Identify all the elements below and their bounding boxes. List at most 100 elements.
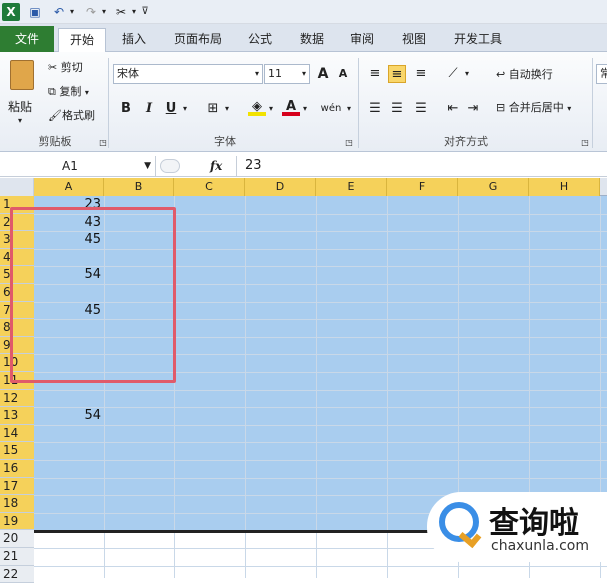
tab-view[interactable]: 视图 — [392, 28, 436, 52]
tab-file[interactable]: 文件 — [0, 26, 54, 52]
align-top-icon[interactable]: ≡ — [366, 65, 384, 83]
grow-font-button[interactable]: A — [314, 65, 332, 83]
dialog-launcher-icon[interactable]: ◳ — [580, 134, 590, 152]
row-header-18[interactable]: 18 — [0, 495, 34, 513]
wrap-text-button[interactable]: ↩ 自动换行 — [496, 65, 553, 85]
alignment-group-label: 对齐方式 — [444, 135, 488, 148]
chevron-down-icon[interactable]: ▾ — [100, 3, 108, 21]
undo-icon[interactable]: ↶ — [50, 3, 68, 21]
increase-indent-icon[interactable]: ⇥ — [464, 100, 482, 118]
chevron-down-icon[interactable]: ▾ — [266, 100, 276, 118]
customize-qat-icon[interactable]: ⊽ — [140, 3, 150, 21]
column-header-h[interactable]: H — [529, 178, 600, 196]
align-bottom-icon[interactable]: ≡ — [412, 65, 430, 83]
grid-line — [387, 196, 388, 578]
tab-formulas[interactable]: 公式 — [238, 28, 282, 52]
chevron-down-icon[interactable]: ▾ — [68, 3, 76, 21]
bold-button[interactable]: B — [117, 100, 135, 118]
watermark-url: chaxunla.com — [491, 538, 589, 554]
grid-line — [34, 407, 607, 409]
grid-line — [34, 389, 607, 391]
formula-bar-splitter[interactable] — [160, 159, 180, 173]
redo-icon[interactable]: ↷ — [82, 3, 100, 21]
wrap-text-label: 自动换行 — [508, 68, 553, 81]
align-left-icon[interactable]: ☰ — [366, 100, 384, 118]
font-size-select[interactable]: 11 ▾ — [264, 64, 310, 84]
orientation-icon[interactable]: ⟋ — [444, 65, 462, 83]
align-right-icon[interactable]: ☰ — [412, 100, 430, 118]
row-header-17[interactable]: 17 — [0, 477, 34, 496]
cell-a13[interactable]: 54 — [34, 407, 104, 425]
row-header-19[interactable]: 19 — [0, 512, 34, 531]
chevron-down-icon: ▾ — [254, 69, 259, 78]
save-icon[interactable]: ▣ — [26, 3, 44, 21]
column-header-c[interactable]: C — [174, 178, 245, 196]
tab-insert[interactable]: 插入 — [112, 28, 156, 52]
grid-line — [34, 565, 607, 567]
align-center-icon[interactable]: ☰ — [388, 100, 406, 118]
tab-home[interactable]: 开始 — [58, 28, 106, 52]
chevron-down-icon: ▾ — [18, 116, 23, 125]
number-format-select[interactable]: 常 — [596, 64, 607, 84]
tab-page-layout[interactable]: 页面布局 — [164, 28, 232, 52]
format-painter-button[interactable]: 🖌格式刷 — [48, 106, 95, 126]
row-header-13[interactable]: 13 — [0, 407, 34, 425]
font-name-select[interactable]: 宋体 ▾ — [113, 64, 263, 84]
paste-button[interactable]: 粘贴 ▾ — [4, 58, 42, 128]
name-box[interactable]: A1 ▼ — [0, 156, 156, 176]
chevron-down-icon[interactable]: ▾ — [222, 100, 232, 118]
grid-line — [245, 196, 246, 578]
tab-review[interactable]: 审阅 — [340, 28, 384, 52]
font-color-icon[interactable]: A — [282, 98, 300, 116]
chevron-down-icon[interactable]: ▾ — [180, 100, 190, 118]
row-header-22[interactable]: 22 — [0, 565, 34, 583]
tab-developer[interactable]: 开发工具 — [444, 28, 512, 52]
formula-input[interactable]: 23 — [236, 156, 606, 176]
cut-button[interactable]: ✂ 剪切 — [48, 58, 83, 78]
column-header-row: ABCDEFGH — [0, 178, 607, 196]
chevron-down-icon: ▾ — [301, 69, 306, 78]
watermark: 查询啦 chaxunla.com — [427, 492, 607, 562]
chevron-down-icon[interactable]: ▾ — [300, 100, 310, 118]
row-header-20[interactable]: 20 — [0, 530, 34, 548]
column-header-d[interactable]: D — [245, 178, 316, 196]
row-header-14[interactable]: 14 — [0, 424, 34, 443]
grid-line — [34, 460, 607, 461]
dialog-launcher-icon[interactable]: ◳ — [98, 134, 108, 152]
chevron-down-icon[interactable]: ▾ — [130, 3, 138, 21]
column-header-e[interactable]: E — [316, 178, 387, 196]
row-header-16[interactable]: 16 — [0, 460, 34, 478]
phonetic-guide-icon[interactable]: wén — [318, 100, 344, 118]
ribbon: 粘贴 ▾ ✂ 剪切 ⧉ 复制 ▾ 🖌格式刷 剪贴板 宋体 ▾ 11 ▾ A A B … — [0, 52, 607, 152]
format-painter-label: 格式刷 — [61, 109, 95, 122]
name-box-value: A1 — [62, 159, 78, 173]
clipboard-group-label: 剪贴板 — [38, 135, 72, 148]
align-middle-icon[interactable]: ≡ — [388, 65, 406, 83]
column-header-f[interactable]: F — [387, 178, 458, 196]
watermark-title: 查询啦 — [489, 506, 579, 541]
tab-data[interactable]: 数据 — [290, 28, 334, 52]
decrease-indent-icon[interactable]: ⇤ — [444, 100, 462, 118]
column-header-a[interactable]: A — [34, 178, 104, 196]
row-header-21[interactable]: 21 — [0, 548, 34, 566]
chevron-down-icon[interactable]: ▾ — [462, 65, 472, 83]
group-divider — [592, 58, 593, 148]
chevron-down-icon[interactable]: ▾ — [344, 100, 354, 118]
column-header-b[interactable]: B — [104, 178, 174, 196]
row-header-12[interactable]: 12 — [0, 389, 34, 408]
italic-button[interactable]: I — [140, 100, 158, 118]
shrink-font-button[interactable]: A — [334, 65, 352, 83]
row-header-15[interactable]: 15 — [0, 442, 34, 460]
underline-button[interactable]: U — [162, 100, 180, 118]
fx-button[interactable]: fx — [210, 156, 234, 176]
format-painter-icon[interactable]: ✂ — [112, 3, 130, 21]
border-icon[interactable]: ⊞ — [204, 100, 222, 118]
copy-button[interactable]: ⧉ 复制 ▾ — [48, 82, 89, 102]
dialog-launcher-icon[interactable]: ◳ — [344, 134, 354, 152]
fill-color-icon[interactable]: ◈ — [248, 98, 266, 116]
merge-center-button[interactable]: ⊟ 合并后居中 ▾ — [496, 98, 571, 118]
annotation-box — [10, 207, 176, 383]
column-header-g[interactable]: G — [458, 178, 529, 196]
select-all-button[interactable] — [0, 178, 34, 196]
copy-label: 复制 — [59, 85, 82, 98]
